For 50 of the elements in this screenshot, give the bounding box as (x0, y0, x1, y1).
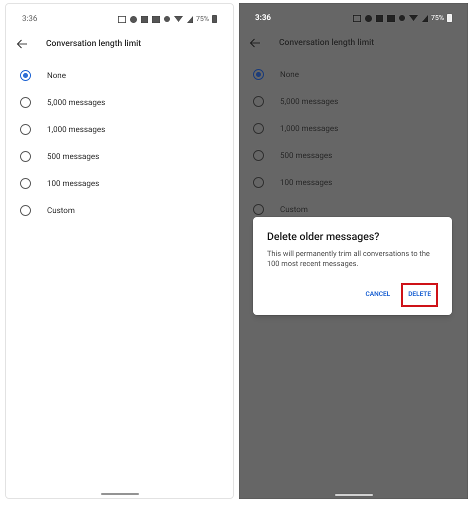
option-label: 5,000 messages (280, 96, 338, 108)
option-label: 100 messages (47, 178, 100, 190)
radio-option[interactable]: 100 messages (239, 169, 468, 196)
radio-option[interactable]: 100 messages (6, 170, 233, 197)
radio-button[interactable] (253, 96, 264, 107)
option-label: 5,000 messages (47, 96, 106, 108)
radio-option[interactable]: None (6, 62, 233, 89)
signal-icon (422, 14, 428, 22)
battery-icon (212, 15, 217, 23)
screen-title: Conversation length limit (46, 38, 142, 50)
wifi-icon (409, 15, 418, 21)
option-label: 1,000 messages (47, 124, 106, 136)
wifi-icon (174, 16, 183, 22)
radio-option[interactable]: 5,000 messages (239, 88, 468, 115)
screen-title: Conversation length limit (279, 36, 374, 50)
status-time: 3:36 (22, 13, 38, 25)
radio-option[interactable]: 500 messages (6, 143, 233, 170)
radio-button[interactable] (253, 177, 264, 188)
option-label: 500 messages (280, 150, 332, 162)
option-label: Custom (47, 204, 75, 216)
radio-button[interactable] (20, 124, 31, 135)
option-label: None (47, 70, 66, 82)
radio-option[interactable]: None (239, 61, 468, 88)
radio-button[interactable] (20, 205, 31, 216)
signal-icon (187, 16, 193, 22)
radio-button[interactable] (20, 97, 31, 108)
radio-button[interactable] (253, 150, 264, 161)
option-label: None (280, 68, 299, 80)
option-label: 1,000 messages (280, 122, 338, 134)
radio-option[interactable]: 1,000 messages (239, 115, 468, 142)
dialog-title: Delete older messages? (267, 229, 380, 245)
back-arrow-icon (249, 38, 261, 48)
back-button[interactable] (16, 37, 30, 51)
radio-button[interactable] (253, 123, 264, 134)
radio-button[interactable] (20, 70, 31, 81)
radio-option[interactable]: 500 messages (239, 142, 468, 169)
radio-option[interactable]: Custom (6, 197, 233, 224)
back-arrow-icon (16, 39, 28, 49)
battery-icon (447, 14, 452, 22)
radio-option[interactable]: 1,000 messages (6, 116, 233, 143)
radio-option[interactable]: 5,000 messages (6, 89, 233, 116)
radio-button[interactable] (253, 204, 264, 215)
option-label: 100 messages (280, 176, 332, 188)
radio-button[interactable] (20, 151, 31, 162)
radio-option[interactable]: Custom (239, 196, 468, 223)
option-label: Custom (280, 204, 308, 216)
radio-button[interactable] (20, 178, 31, 189)
radio-button[interactable] (253, 69, 264, 80)
status-time: 3:36 (255, 12, 272, 24)
option-label: 500 messages (47, 150, 100, 162)
